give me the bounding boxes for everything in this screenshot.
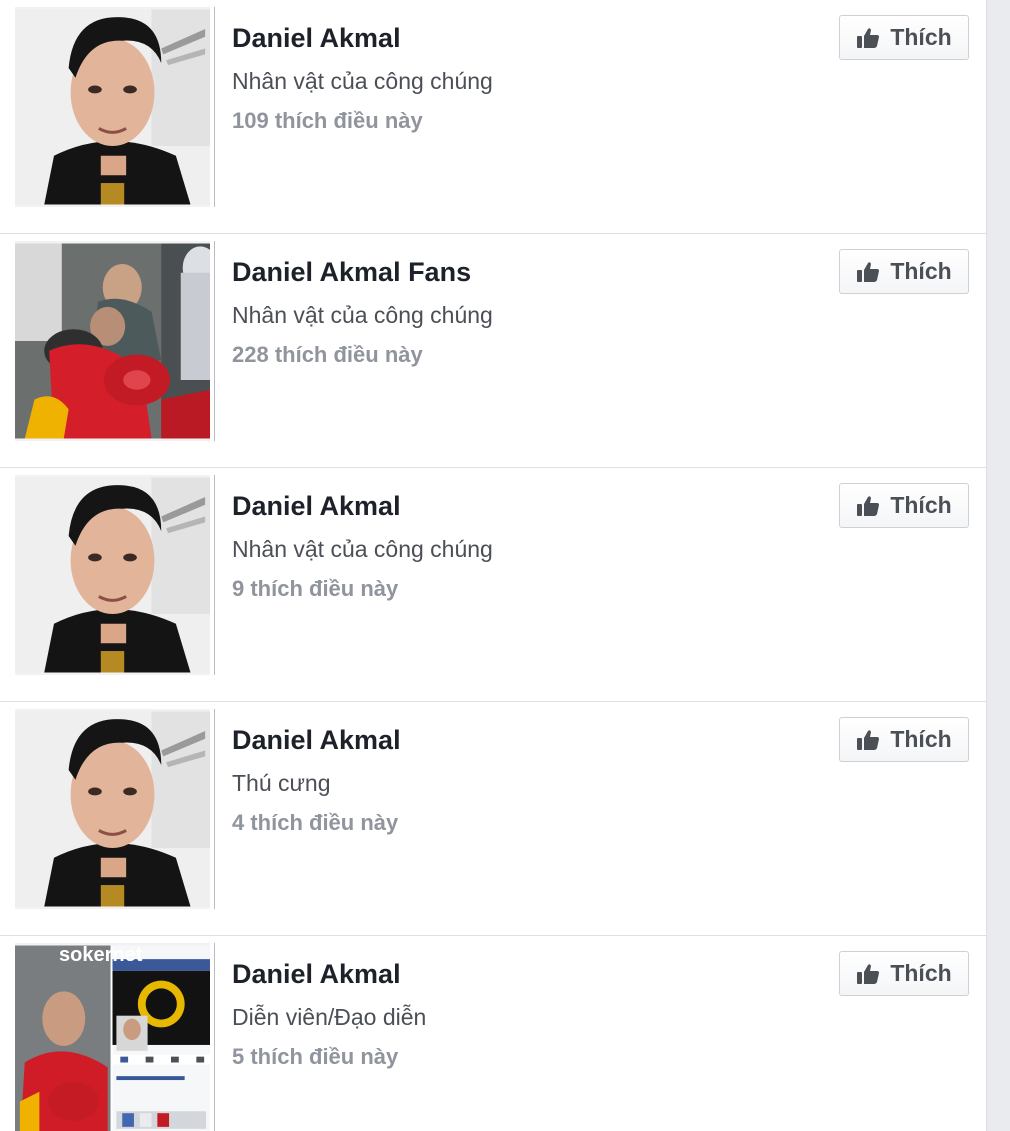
photo-frame-edge xyxy=(210,709,215,909)
page-name-link[interactable]: Daniel Akmal xyxy=(232,722,401,758)
page-profile-photo[interactable] xyxy=(15,709,215,909)
thumbs-up-icon xyxy=(856,27,880,49)
page-category: Nhân vật của công chúng xyxy=(232,68,493,94)
photo-frame-edge xyxy=(210,7,215,207)
page-category: Diễn viên/Đạo diễn xyxy=(232,1004,427,1030)
like-page-button[interactable]: Thích xyxy=(839,717,969,762)
like-button-label: Thích xyxy=(890,24,952,50)
page-name-link[interactable]: Daniel Akmal Fans xyxy=(232,254,493,290)
page-profile-photo[interactable] xyxy=(15,241,215,441)
profile-photo-image xyxy=(15,709,210,909)
page-profile-photo[interactable] xyxy=(15,7,215,207)
page-name-link[interactable]: Daniel Akmal xyxy=(232,956,426,992)
like-button-label: Thích xyxy=(890,726,952,752)
like-button-label: Thích xyxy=(890,960,952,986)
photo-frame-edge xyxy=(210,475,215,675)
page-result-row: Daniel Akmal Fans Nhân vật của công chún… xyxy=(0,234,986,468)
page-profile-photo[interactable]: sokernet xyxy=(15,943,215,1131)
profile-photo-image xyxy=(15,7,210,207)
page-category: Nhân vật của công chúng xyxy=(232,302,493,328)
profile-photo-image: sokernet xyxy=(15,944,210,1131)
page-info: Daniel Akmal Nhân vật của công chúng 9 t… xyxy=(232,488,493,604)
page-result-row: sokernet Daniel Akmal Diễn viên/Đạo diễn… xyxy=(0,936,986,1131)
thumbs-up-icon xyxy=(856,729,880,751)
collage-watermark-text: sokernet xyxy=(59,944,143,966)
page-result-list: Daniel Akmal Nhân vật của công chúng 109… xyxy=(0,0,986,1131)
page-category: Nhân vật của công chúng xyxy=(232,536,493,562)
thumbs-up-icon xyxy=(856,261,880,283)
thumbs-up-icon xyxy=(856,495,880,517)
scrollbar-track[interactable] xyxy=(986,0,1010,1131)
page-info: Daniel Akmal Fans Nhân vật của công chún… xyxy=(232,254,493,370)
page-like-count: 9 thích điều này xyxy=(232,576,399,601)
page-info: Daniel Akmal Nhân vật của công chúng 109… xyxy=(232,20,493,136)
profile-photo-image xyxy=(15,241,210,441)
like-page-button[interactable]: Thích xyxy=(839,15,969,60)
thumbs-up-icon xyxy=(856,963,880,985)
page-result-row: Daniel Akmal Thú cưng 4 thích điều này T… xyxy=(0,702,986,936)
page-profile-photo[interactable] xyxy=(15,475,215,675)
page-info: Daniel Akmal Diễn viên/Đạo diễn 5 thích … xyxy=(232,956,426,1072)
page-like-count: 5 thích điều này xyxy=(232,1044,399,1069)
like-page-button[interactable]: Thích xyxy=(839,951,969,996)
page-category: Thú cưng xyxy=(232,770,331,796)
photo-frame-edge xyxy=(210,943,215,1131)
page-info: Daniel Akmal Thú cưng 4 thích điều này xyxy=(232,722,401,838)
profile-photo-image xyxy=(15,475,210,675)
page-name-link[interactable]: Daniel Akmal xyxy=(232,488,493,524)
page-result-row: Daniel Akmal Nhân vật của công chúng 109… xyxy=(0,0,986,234)
page-like-count: 4 thích điều này xyxy=(232,810,399,835)
photo-frame-edge xyxy=(210,241,215,441)
like-page-button[interactable]: Thích xyxy=(839,483,969,528)
page-result-row: Daniel Akmal Nhân vật của công chúng 9 t… xyxy=(0,468,986,702)
page-like-count: 109 thích điều này xyxy=(232,108,423,133)
like-page-button[interactable]: Thích xyxy=(839,249,969,294)
page-name-link[interactable]: Daniel Akmal xyxy=(232,20,493,56)
like-button-label: Thích xyxy=(890,258,952,284)
page-like-count: 228 thích điều này xyxy=(232,342,423,367)
like-button-label: Thích xyxy=(890,492,952,518)
